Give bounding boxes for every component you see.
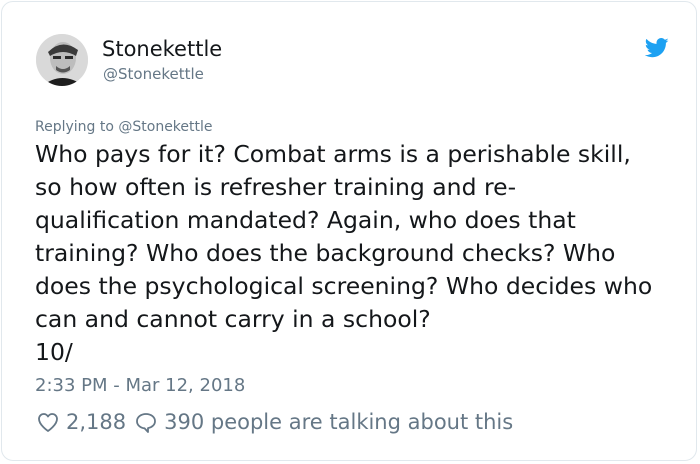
talking-about-link[interactable]: 390 people are talking about this: [164, 408, 513, 436]
like-count[interactable]: 2,188: [66, 408, 126, 436]
display-name[interactable]: Stonekettle: [102, 36, 222, 62]
replying-to-label[interactable]: Replying to @Stonekettle: [35, 118, 213, 136]
user-handle[interactable]: @Stonekettle: [103, 64, 204, 84]
tweet-actions: 2,188 390 people are talking about this: [36, 408, 513, 436]
tweet-text: Who pays for it? Combat arms is a perish…: [35, 140, 653, 366]
tweet-card: Stonekettle @Stonekettle Replying to @St…: [1, 1, 697, 461]
speech-bubble-icon[interactable]: [134, 410, 158, 434]
avatar[interactable]: [36, 34, 88, 86]
heart-icon[interactable]: [36, 410, 60, 434]
tweet-timestamp[interactable]: 2:33 PM - Mar 12, 2018: [35, 374, 245, 398]
twitter-bird-icon[interactable]: [644, 38, 669, 58]
